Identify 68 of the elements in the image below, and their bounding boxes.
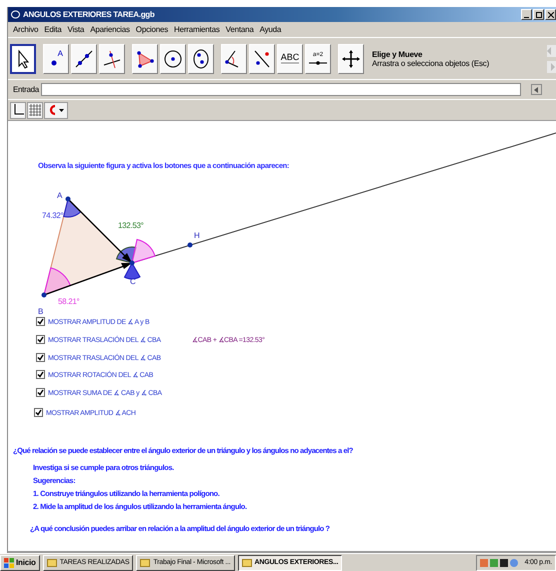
point-marker [66,196,70,202]
point-icon [50,59,58,67]
window-title: ANGULOS EXTERIORES TAREA.ggb [23,10,154,19]
label-style-icon [47,104,65,116]
perpendicular-tool-button[interactable] [99,44,125,74]
checkbox[interactable] [36,370,45,379]
ellipse-tool-button[interactable] [188,44,214,74]
menu-item[interactable]: Ayuda [260,25,282,34]
line-tool-button[interactable] [71,44,97,74]
menu-item[interactable]: Archivo [13,25,38,34]
polygon-tool-button[interactable] [132,44,158,74]
point-tool-button[interactable]: A [43,44,69,74]
point-marker [130,260,134,266]
point-marker [42,292,46,298]
point-label: B [38,307,44,316]
angle-tool-button[interactable] [221,44,247,74]
point-label: C [130,277,136,286]
reflect-tool-button[interactable] [249,44,275,74]
menu-item[interactable]: Ventana [226,25,254,34]
menu-item[interactable]: Vista [68,25,84,34]
tool-description: Arrastra o selecciona objetos (Esc) [372,58,490,68]
window-icon [242,558,252,567]
point-label: H [194,231,200,240]
circle-icon [162,48,184,70]
checkbox[interactable] [36,388,45,397]
menu-item[interactable]: Herramientas [174,25,220,34]
windows-logo-icon [4,558,14,568]
menu-item[interactable]: Apariencias [90,25,130,34]
checkbox[interactable] [36,317,45,326]
point-label: A [57,191,62,200]
label-style-dropdown[interactable] [44,102,68,118]
window-icon [140,558,150,567]
line-icon [73,48,95,70]
axes-toggle[interactable] [10,102,26,118]
close-button[interactable] [545,9,556,20]
angle-sector [44,267,71,296]
input-label: Entrada [13,85,39,94]
start-button[interactable]: Inicio [0,554,40,570]
menu-item[interactable]: Edita [44,25,62,34]
grid-icon [29,104,41,116]
menu-item[interactable]: Opciones [136,25,168,34]
tool-title: Elige y Mueve [372,50,424,58]
checkbox[interactable] [36,353,45,362]
move-icon [340,48,362,70]
text-tool-tool-button[interactable]: ABC [277,44,303,74]
minimize-button[interactable] [521,9,532,20]
angle-sector [63,198,82,218]
input-field[interactable] [40,83,521,96]
symbols-button[interactable] [530,84,542,95]
angle-value: 132.53° [118,221,144,230]
maximize-button[interactable] [533,9,544,20]
app-icon [11,10,20,19]
move-tool-button[interactable] [338,44,364,74]
pointer-tool-button[interactable] [10,44,36,74]
checkbox[interactable] [34,408,43,417]
tray-icons-drawing [480,558,520,568]
checkbox[interactable] [36,335,45,344]
close-icon [548,12,554,18]
point-marker [188,242,192,248]
grid-toggle[interactable] [27,102,43,118]
axes-icon [12,104,24,116]
angle-value: 58.21° [58,297,80,306]
angle-value: 74.32° [42,211,64,220]
maximize-icon [536,12,542,18]
circle-tool-button[interactable] [160,44,186,74]
slider-icon [309,60,327,66]
caret-icon [534,86,539,92]
window-icon [46,558,57,567]
